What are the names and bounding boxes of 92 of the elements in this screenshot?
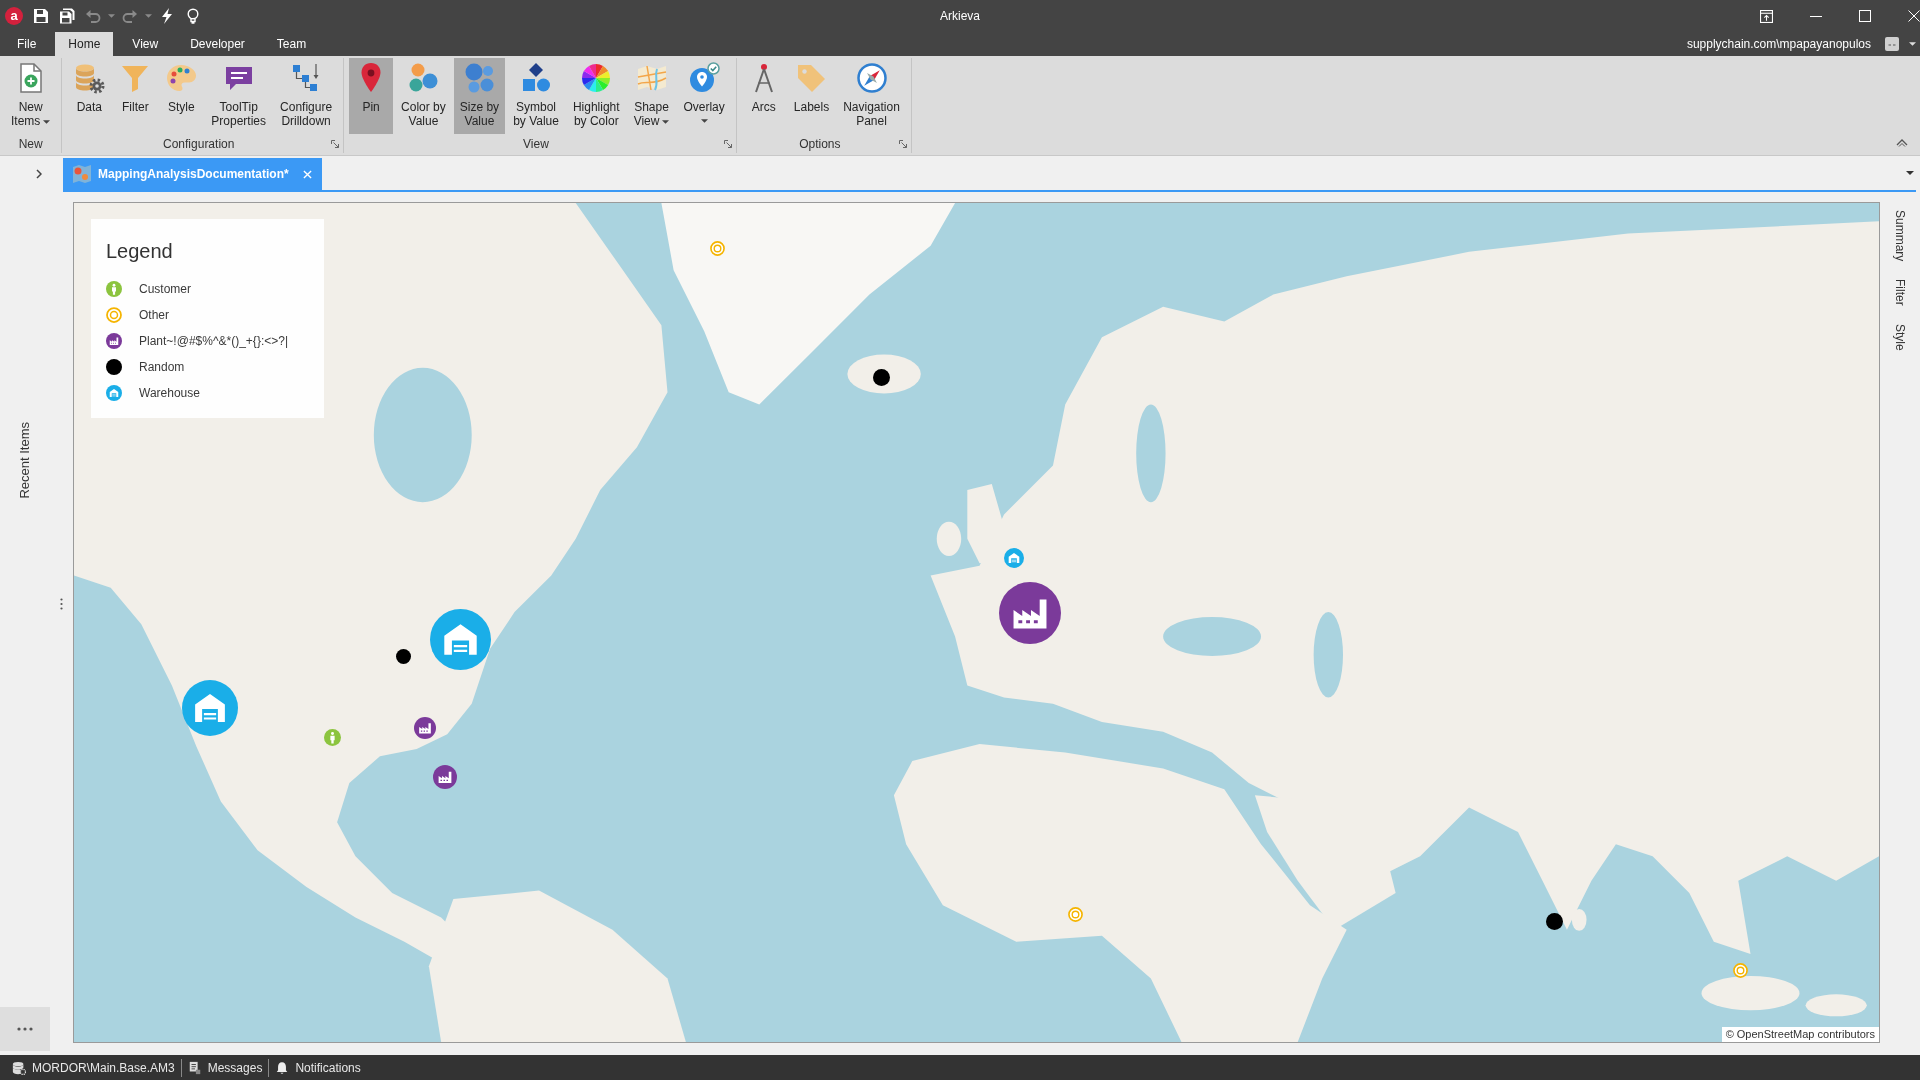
bell-icon bbox=[275, 1060, 290, 1075]
redo-icon[interactable] bbox=[122, 8, 138, 24]
person-marker-icon bbox=[323, 728, 341, 746]
group-label: Configuration bbox=[162, 136, 236, 153]
menu-tab[interactable]: Team bbox=[263, 32, 320, 56]
side-panel-tab[interactable]: Recent Items bbox=[15, 422, 35, 499]
ribbon-button[interactable]: New Items bbox=[5, 58, 57, 134]
ribbon-button[interactable]: Labels bbox=[787, 58, 836, 134]
color-wheel-icon bbox=[580, 62, 613, 94]
vertical-dots-icon[interactable] bbox=[60, 598, 63, 610]
chevron-right-icon[interactable] bbox=[36, 169, 42, 179]
dot-marker-icon bbox=[1545, 912, 1563, 930]
status-item[interactable]: MORDOR\Main.Base.AM3 bbox=[32, 1058, 175, 1077]
ribbon-button[interactable]: Size by Value bbox=[453, 58, 506, 134]
map-document-icon bbox=[72, 164, 92, 184]
dot-marker-icon bbox=[872, 368, 890, 386]
side-panel-tab[interactable]: Style bbox=[1891, 324, 1909, 351]
status-item[interactable]: Notifications bbox=[295, 1058, 361, 1077]
pin-check-icon bbox=[688, 62, 721, 94]
horizontal-dots-icon bbox=[17, 1027, 33, 1031]
collapse-chevron-icon[interactable] bbox=[1896, 139, 1908, 147]
warehouse-marker-icon bbox=[106, 385, 122, 401]
app-logo[interactable]: a bbox=[5, 7, 23, 25]
ribbon-button[interactable]: Pin bbox=[349, 58, 394, 134]
maximize-icon[interactable] bbox=[1859, 10, 1871, 22]
ribbon-button[interactable]: Filter bbox=[113, 58, 158, 134]
account-name[interactable]: supplychain.com\mpapayanopulos bbox=[1686, 35, 1871, 53]
menu-tab[interactable]: File bbox=[4, 32, 50, 56]
legend-label: Customer bbox=[139, 281, 191, 298]
factory-marker-icon bbox=[414, 717, 436, 739]
factory-marker-icon bbox=[106, 333, 122, 349]
legend-label: Plant~!@#$%^&*()_+{}:<>?| bbox=[139, 333, 289, 350]
group-label: Options bbox=[798, 136, 842, 153]
dot-marker-icon bbox=[106, 359, 122, 375]
factory-marker-icon bbox=[433, 765, 457, 789]
group-label: New bbox=[17, 136, 44, 153]
menu-tab[interactable]: Developer bbox=[177, 32, 258, 56]
save-all-icon[interactable] bbox=[59, 8, 75, 24]
ribbon-button[interactable]: Highlight by Color bbox=[566, 58, 626, 134]
undo-icon[interactable] bbox=[85, 8, 101, 24]
ribbon-button[interactable]: Shape View bbox=[627, 58, 676, 134]
ribbon-button[interactable]: Symbol by Value bbox=[507, 58, 565, 134]
document-list-icon bbox=[187, 1060, 202, 1075]
ribbon-button[interactable]: Navigation Panel bbox=[837, 58, 906, 134]
ribbon-button[interactable]: ToolTip Properties bbox=[205, 58, 273, 134]
warehouse-marker-icon bbox=[1004, 548, 1024, 568]
caret-icon[interactable] bbox=[1909, 42, 1916, 46]
map-panel[interactable]: Legend Customer Other Plant~!@#$%^&*()_+{}:<>?| Random Warehouse © OpenStreetMap contributors bbox=[73, 202, 1880, 1043]
compass-icon bbox=[855, 62, 888, 94]
close-icon[interactable] bbox=[1908, 10, 1920, 22]
window-layout-icon[interactable] bbox=[1760, 9, 1773, 23]
lightning-icon[interactable] bbox=[159, 8, 175, 24]
colored-circles-icon bbox=[407, 62, 440, 94]
person-marker-icon bbox=[106, 281, 122, 297]
factory-marker-icon bbox=[999, 582, 1061, 644]
legend-label: Random bbox=[139, 359, 185, 376]
ribbon-button[interactable]: Color by Value bbox=[395, 58, 452, 134]
dialog-launcher-icon[interactable] bbox=[898, 140, 907, 148]
save-icon[interactable] bbox=[33, 8, 49, 24]
palette-icon bbox=[165, 62, 198, 94]
ribbon-button[interactable]: Arcs bbox=[741, 58, 786, 134]
side-panel-tab[interactable]: Filter bbox=[1891, 279, 1909, 306]
legend-label: Other bbox=[139, 307, 169, 324]
menu-tab[interactable]: View bbox=[119, 32, 172, 56]
minimize-icon[interactable] bbox=[1810, 15, 1822, 17]
sized-circles-icon bbox=[463, 62, 496, 94]
warehouse-marker-icon bbox=[182, 680, 238, 736]
shapes-icon bbox=[520, 62, 553, 94]
warehouse-marker-icon bbox=[429, 608, 491, 670]
ribbon-button[interactable]: Configure Drilldown bbox=[274, 58, 339, 134]
ribbon-button[interactable]: Overlay bbox=[677, 58, 731, 134]
legend-label: Warehouse bbox=[139, 385, 200, 402]
window-title: Arkieva bbox=[940, 8, 980, 25]
landmass bbox=[1805, 994, 1867, 1017]
side-panel-tab[interactable]: Summary bbox=[1891, 210, 1909, 262]
dot-marker-icon bbox=[395, 648, 411, 664]
ring-marker-icon bbox=[1732, 962, 1748, 978]
ribbon-button[interactable]: Data bbox=[67, 58, 112, 134]
menu-tab[interactable]: Home bbox=[55, 32, 114, 56]
dialog-launcher-icon[interactable] bbox=[331, 140, 340, 148]
map-attribution: © OpenStreetMap contributors bbox=[1721, 1027, 1879, 1042]
group-label: View bbox=[522, 136, 550, 153]
ring-marker-icon bbox=[106, 307, 122, 323]
legend-title: Legend bbox=[106, 239, 174, 264]
tag-icon bbox=[795, 62, 828, 94]
lightbulb-icon[interactable] bbox=[185, 8, 201, 24]
caret-icon[interactable] bbox=[1906, 171, 1914, 175]
status-item[interactable]: Messages bbox=[207, 1058, 263, 1077]
dialog-launcher-icon[interactable] bbox=[723, 140, 732, 148]
ribbon-button[interactable]: Style bbox=[159, 58, 204, 134]
database-gear-icon bbox=[73, 62, 106, 94]
database-icon bbox=[12, 1060, 26, 1075]
